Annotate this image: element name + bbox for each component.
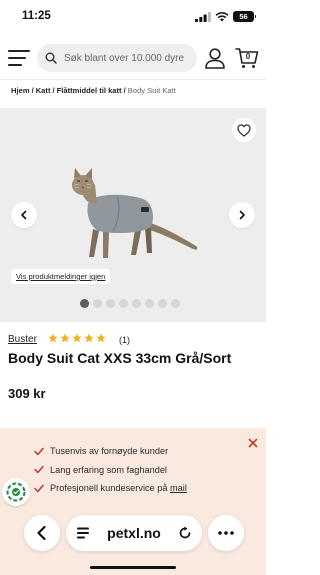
brand-link[interactable]: Buster (8, 334, 37, 345)
product-report-link[interactable]: Vis produktmeldinger igjen (11, 269, 111, 284)
home-indicator (90, 566, 176, 569)
menu-icon[interactable] (8, 50, 30, 66)
star-icon (96, 333, 106, 343)
gallery-pagination (80, 299, 180, 308)
star-icon (60, 333, 70, 343)
checkmark-icon (34, 484, 44, 492)
chevron-left-icon (21, 210, 27, 220)
browser-address-bar[interactable]: petxl.no (66, 515, 202, 551)
search-bar[interactable] (37, 44, 197, 72)
trust-badge[interactable] (2, 478, 30, 506)
browser-more-button[interactable] (208, 515, 244, 551)
close-icon[interactable] (247, 437, 259, 449)
breadcrumb-home[interactable]: Hjem (11, 86, 30, 95)
browser-back-button[interactable] (24, 515, 60, 551)
wifi-icon (215, 11, 229, 21)
star-icon (72, 333, 82, 343)
reload-icon[interactable] (178, 526, 192, 540)
status-time: 11:25 (22, 10, 51, 22)
battery-level: 56 (239, 12, 248, 21)
search-icon (45, 52, 57, 64)
breadcrumb: Hjem / Katt / Flåttmiddel til katt / Body Suit… (11, 86, 176, 95)
benefit-item: Tusenvis av fornøyde kunder (34, 442, 187, 461)
benefit-text: Lang erfaring som faghandel (50, 464, 167, 475)
benefit-text: Tusenvis av fornøyde kunder (50, 446, 169, 457)
signal-icon (195, 11, 211, 22)
benefits-panel: Tusenvis av fornøyde kunder Lang erfarin… (0, 428, 266, 575)
customer-service-mail-link[interactable]: mail (170, 483, 187, 493)
product-title: Body Suit Cat XXS 33cm Grå/Sort (8, 350, 232, 366)
status-bar: 11:25 56 (0, 0, 266, 34)
heart-icon (237, 123, 251, 137)
gallery-dot-1[interactable] (80, 299, 89, 308)
gallery-dot-6[interactable] (145, 299, 154, 308)
star-icon (84, 333, 94, 343)
gallery-next-button[interactable] (229, 202, 255, 228)
product-gallery: Vis produktmeldinger igjen (0, 108, 266, 322)
benefit-list: Tusenvis av fornøyde kunder Lang erfarin… (34, 442, 187, 498)
browser-url[interactable]: petxl.no (90, 525, 178, 541)
battery-icon: 56 (233, 11, 256, 22)
cart-count: 0 (245, 52, 251, 61)
breadcrumb-katt[interactable]: Katt (36, 86, 51, 95)
search-input[interactable] (64, 52, 192, 64)
breadcrumb-flattmiddel[interactable]: Flåttmiddel til katt (57, 86, 122, 95)
benefit-item: Profesjonell kundeservice på mail (34, 479, 187, 498)
breadcrumb-current: Body Suit Katt (127, 86, 176, 95)
benefit-text: Profesjonell kundeservice på (50, 483, 171, 494)
gallery-dot-2[interactable] (93, 299, 102, 308)
checkmark-icon (34, 447, 44, 455)
review-count[interactable]: (1) (119, 335, 130, 345)
reader-icon[interactable] (76, 526, 90, 540)
rating-stars[interactable] (48, 333, 106, 343)
product-image-cat (72, 168, 198, 258)
chevron-left-icon (37, 525, 46, 541)
user-icon[interactable] (204, 47, 226, 69)
gallery-prev-button[interactable] (11, 202, 37, 228)
more-icon (218, 531, 234, 535)
gallery-dot-8[interactable] (171, 299, 180, 308)
product-price: 309 kr (8, 386, 46, 401)
cart-button[interactable]: 0 (235, 47, 259, 69)
wishlist-button[interactable] (232, 118, 256, 142)
gallery-dot-5[interactable] (132, 299, 141, 308)
gallery-dot-7[interactable] (158, 299, 167, 308)
benefit-item: Lang erfaring som faghandel (34, 461, 187, 480)
site-header: 0 (0, 36, 266, 80)
gallery-dot-3[interactable] (106, 299, 115, 308)
gallery-dot-4[interactable] (119, 299, 128, 308)
checkmark-icon (34, 466, 44, 474)
chevron-right-icon (239, 210, 245, 220)
trust-badge-icon (6, 482, 26, 502)
star-icon (48, 333, 58, 343)
status-icons: 56 (195, 11, 256, 22)
